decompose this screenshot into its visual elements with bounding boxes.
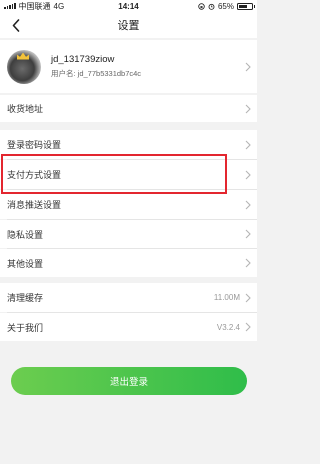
settings-item-about[interactable]: 关于我们 V3.2.4 [0, 313, 257, 341]
carrier-name: 中国联通 [18, 1, 51, 11]
chevron-right-icon [245, 170, 251, 179]
back-button[interactable] [8, 17, 24, 33]
settings-item-label: 关于我们 [7, 322, 44, 333]
chevron-right-icon [245, 229, 251, 239]
settings-item-label: 隐私设置 [7, 229, 44, 240]
battery-icon [237, 2, 255, 10]
lock-rotation-icon [198, 2, 205, 10]
page-title: 设置 [117, 20, 140, 32]
chevron-right-icon [245, 140, 251, 149]
username: jd_131739ziow [51, 54, 115, 65]
profile-card[interactable]: jd_131739ziow 用户名: jd_77b5331db7c4c [0, 40, 257, 93]
user-id: 用户名: jd_77b5331db7c4c [51, 69, 142, 78]
battery-percent: 65% [217, 1, 234, 11]
settings-item-clear-cache[interactable]: 清理缓存 11.00M [0, 283, 257, 312]
settings-item-login-password[interactable]: 登录密码设置 [0, 130, 257, 159]
chevron-left-icon [12, 18, 20, 32]
settings-item-label: 登录密码设置 [7, 140, 62, 150]
signal-icon [4, 3, 16, 9]
settings-item-address[interactable]: 收货地址 [0, 95, 257, 122]
logout-button[interactable]: 退出登录 [11, 367, 247, 395]
settings-item-label: 其他设置 [7, 258, 44, 269]
cache-size-value: 11.00M [213, 293, 240, 302]
settings-item-label: 收货地址 [7, 104, 44, 114]
avatar [7, 49, 41, 84]
settings-item-privacy[interactable]: 隐私设置 [0, 220, 257, 248]
chevron-right-icon [245, 258, 251, 268]
nav-bar: 设置 [0, 12, 257, 38]
version-value: V3.2.4 [216, 322, 240, 332]
chevron-right-icon [245, 62, 251, 72]
settings-item-other[interactable]: 其他设置 [0, 249, 257, 277]
network-type: 4G [53, 1, 65, 11]
settings-item-notifications[interactable]: 消息推送设置 [0, 190, 257, 219]
status-bar: 中国联通 4G 14:14 65% [0, 0, 257, 12]
settings-item-label: 清理缓存 [7, 293, 44, 303]
settings-item-payment[interactable]: 支付方式设置 [0, 160, 257, 189]
chevron-right-icon [245, 200, 251, 209]
alarm-icon [208, 3, 215, 10]
settings-item-label: 支付方式设置 [7, 170, 62, 180]
bottom-safe-area [0, 426, 257, 464]
settings-item-label: 消息推送设置 [7, 200, 62, 210]
chevron-right-icon [245, 104, 251, 113]
chevron-right-icon [245, 322, 251, 332]
chevron-right-icon [245, 293, 251, 302]
